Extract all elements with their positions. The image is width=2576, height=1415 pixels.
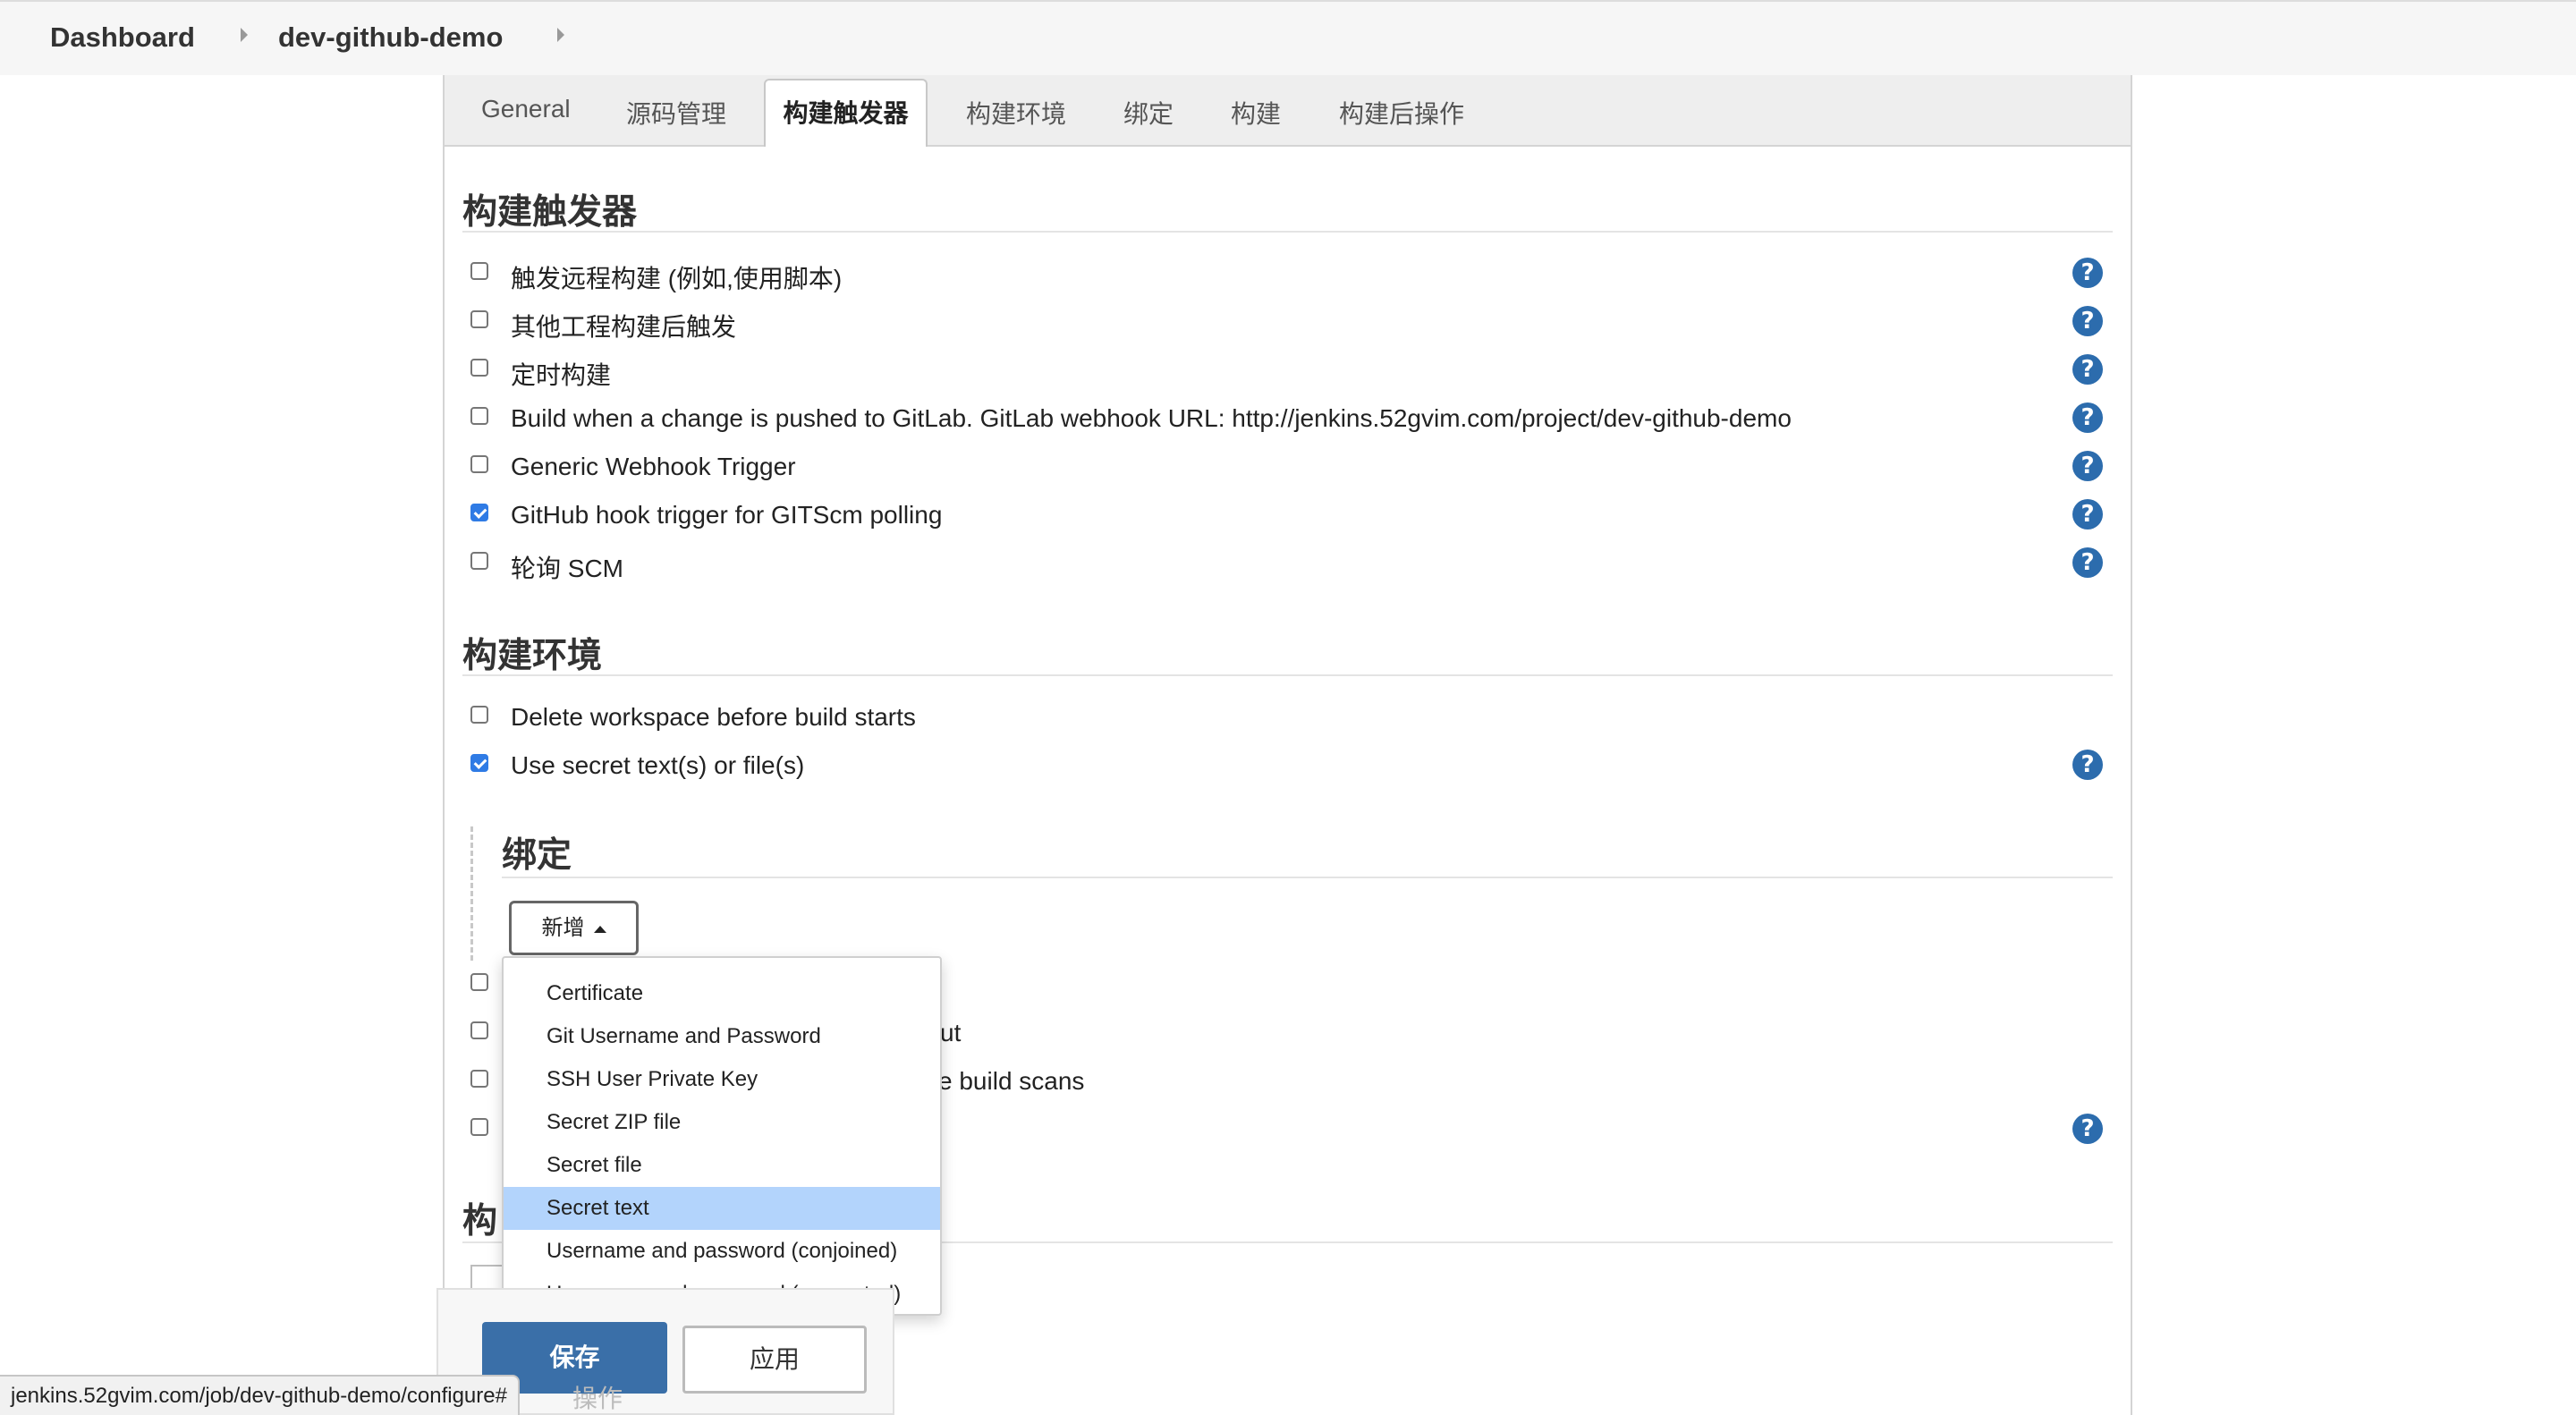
caret-up-icon <box>593 925 606 933</box>
checkbox-generic-webhook[interactable] <box>470 455 488 473</box>
breadcrumb-separator-icon[interactable] <box>557 28 564 42</box>
checkbox-remote-trigger[interactable] <box>470 262 488 280</box>
tab-post-build[interactable]: 构建后操作 <box>1339 95 1464 131</box>
label-github-hook: GitHub hook trigger for GITScm polling <box>511 501 943 529</box>
label-delete-workspace: Delete workspace before build starts <box>511 703 916 731</box>
dropdown-item-secret-text[interactable]: Secret text <box>504 1187 940 1230</box>
checkbox-poll-scm[interactable] <box>470 552 488 570</box>
help-icon[interactable]: ? <box>2072 402 2103 433</box>
dropdown-item-secret-zip[interactable]: Secret ZIP file <box>504 1101 940 1144</box>
status-bar-url: jenkins.52gvim.com/job/dev-github-demo/c… <box>0 1375 520 1415</box>
checkbox-delete-workspace[interactable] <box>470 706 488 724</box>
checkbox-hidden-3[interactable] <box>470 1070 488 1088</box>
help-icon[interactable]: ? <box>2072 499 2103 530</box>
checkbox-hidden-1[interactable] <box>470 973 488 991</box>
dropdown-item-git-username-password[interactable]: Git Username and Password <box>504 1015 940 1058</box>
section-divider <box>502 877 2113 878</box>
breadcrumb-job[interactable]: dev-github-demo <box>278 21 503 54</box>
tab-build-triggers[interactable]: 构建触发器 <box>764 79 928 147</box>
label-generic-webhook: Generic Webhook Trigger <box>511 453 796 480</box>
label-partial-timeout: ut <box>940 1019 962 1046</box>
section-title-environment: 构建环境 <box>462 637 603 675</box>
breadcrumb-dashboard[interactable]: Dashboard <box>50 21 195 54</box>
help-icon[interactable]: ? <box>2072 1114 2103 1144</box>
checkbox-hidden-4[interactable] <box>470 1118 488 1136</box>
label-after-other-builds: 其他工程构建后触发 <box>511 313 737 341</box>
label-use-secret: Use secret text(s) or file(s) <box>511 751 805 779</box>
label-remote-trigger: 触发远程构建 (例如,使用脚本) <box>511 265 843 292</box>
dropdown-item-username-password-conjoined[interactable]: Username and password (conjoined) <box>504 1230 940 1273</box>
tab-build-environment[interactable]: 构建环境 <box>966 95 1066 131</box>
bindings-rail <box>470 826 473 961</box>
checkbox-periodic-build[interactable] <box>470 359 488 377</box>
dropdown-item-ssh-private-key[interactable]: SSH User Private Key <box>504 1058 940 1101</box>
tab-build[interactable]: 构建 <box>1231 95 1281 131</box>
section-divider <box>462 674 2113 676</box>
label-periodic-build: 定时构建 <box>511 361 612 389</box>
checkbox-use-secret[interactable] <box>470 754 488 772</box>
breadcrumb-separator-icon[interactable] <box>241 28 248 42</box>
label-poll-scm: 轮询 SCM <box>511 555 624 582</box>
ghost-text: 操作 <box>572 1385 623 1412</box>
section-title-bindings: 绑定 <box>502 836 572 875</box>
help-icon[interactable]: ? <box>2072 354 2103 385</box>
tab-source-control[interactable]: 源码管理 <box>626 95 726 131</box>
help-icon[interactable]: ? <box>2072 750 2103 780</box>
section-title-build: 构 <box>462 1202 498 1241</box>
checkbox-hidden-2[interactable] <box>470 1021 488 1039</box>
label-partial-build-scans: e build scans <box>938 1067 1085 1095</box>
help-icon[interactable]: ? <box>2072 258 2103 288</box>
help-icon[interactable]: ? <box>2072 306 2103 336</box>
apply-button[interactable]: 应用 <box>682 1326 867 1394</box>
add-binding-label: 新增 <box>541 916 585 940</box>
section-divider <box>462 231 2113 233</box>
tab-bindings[interactable]: 绑定 <box>1123 95 1174 131</box>
help-icon[interactable]: ? <box>2072 547 2103 578</box>
checkbox-after-other-builds[interactable] <box>470 310 488 328</box>
tab-general[interactable]: General <box>481 95 571 123</box>
dropdown-item-secret-file[interactable]: Secret file <box>504 1144 940 1187</box>
checkbox-gitlab-push[interactable] <box>470 407 488 425</box>
add-binding-button[interactable]: 新增 <box>509 901 639 955</box>
label-gitlab-push: Build when a change is pushed to GitLab.… <box>511 404 1792 432</box>
checkbox-github-hook[interactable] <box>470 504 488 521</box>
section-title-triggers: 构建触发器 <box>462 193 638 232</box>
help-icon[interactable]: ? <box>2072 451 2103 481</box>
dropdown-item-certificate[interactable]: Certificate <box>504 972 940 1015</box>
binding-type-dropdown: Certificate Git Username and Password SS… <box>502 956 942 1316</box>
